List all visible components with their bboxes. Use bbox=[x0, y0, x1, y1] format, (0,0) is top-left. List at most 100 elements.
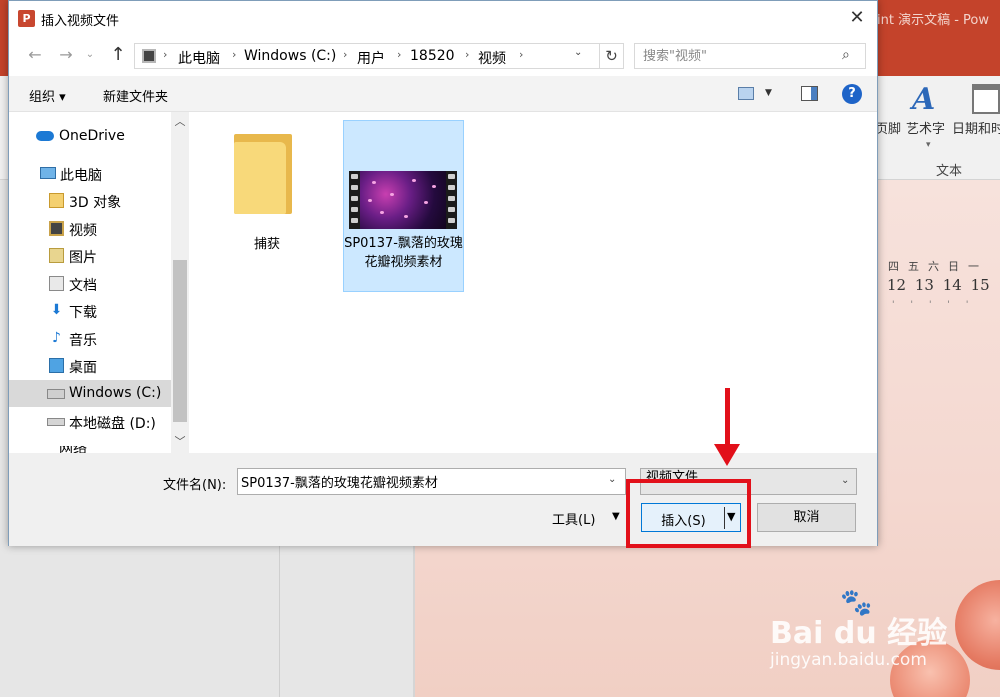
history-dropdown-icon[interactable]: ⌄ bbox=[83, 44, 97, 66]
filename-label: 文件名(N): bbox=[163, 478, 227, 493]
film-strip-icon bbox=[349, 171, 360, 229]
nav-item-label: 桌面 bbox=[69, 360, 97, 376]
breadcrumb-this-pc[interactable]: 此电脑 bbox=[178, 48, 220, 68]
nav-item-this-pc[interactable]: 此电脑 bbox=[9, 160, 171, 187]
insert-video-dialog: P 插入视频文件 ✕ ← → ⌄ ↑ › 此电脑 › Windows (C:) … bbox=[8, 0, 878, 546]
file-list-pane: 捕获 SP0137-飘落的玫瑰花瓣视频素材 bbox=[189, 112, 877, 453]
nav-item-desktop[interactable]: 桌面 bbox=[9, 352, 171, 379]
nav-item-videos[interactable]: 视频 bbox=[9, 215, 171, 242]
organize-menu-button[interactable]: 组织 ▾ bbox=[29, 86, 66, 105]
close-button[interactable]: ✕ bbox=[839, 3, 875, 33]
nav-item-label: OneDrive bbox=[59, 128, 125, 144]
breadcrumb-separator-icon[interactable]: › bbox=[232, 48, 236, 61]
art-text-icon[interactable]: A bbox=[912, 82, 935, 117]
chevron-down-icon[interactable]: ⌄ bbox=[608, 474, 616, 485]
documents-icon bbox=[49, 276, 64, 291]
file-item-folder[interactable]: 捕获 bbox=[207, 120, 327, 260]
breadcrumb-separator-icon[interactable]: › bbox=[397, 48, 401, 61]
new-folder-button[interactable]: 新建文件夹 bbox=[103, 86, 168, 105]
nav-item-label: 下载 bbox=[69, 305, 97, 321]
breadcrumb-drive-c[interactable]: Windows (C:) bbox=[244, 48, 336, 64]
red-arrow-icon bbox=[725, 388, 730, 448]
ribbon-header-footer[interactable]: 页脚 bbox=[875, 118, 901, 137]
dialog-title: 插入视频文件 bbox=[41, 14, 120, 29]
search-icon[interactable]: ⌕ bbox=[842, 47, 850, 63]
cancel-button[interactable]: 取消 bbox=[757, 503, 856, 532]
address-bar[interactable]: › 此电脑 › Windows (C:) › 用户 › 18520 › 视频 ›… bbox=[134, 43, 624, 69]
nav-item-label: Windows (C:) bbox=[69, 385, 162, 401]
breadcrumb-separator-icon[interactable]: › bbox=[343, 48, 347, 61]
desktop-icon bbox=[49, 358, 64, 373]
nav-item-documents[interactable]: 文档 bbox=[9, 270, 171, 297]
ribbon-date-time[interactable]: 日期和时 bbox=[952, 118, 1000, 137]
chevron-up-icon[interactable]: ︿ bbox=[171, 114, 189, 130]
nav-item-label: 3D 对象 bbox=[69, 195, 122, 211]
up-arrow-icon[interactable]: ↑ bbox=[107, 44, 129, 66]
video-thumbnail bbox=[349, 171, 457, 229]
nav-item-pictures[interactable]: 图片 bbox=[9, 242, 171, 269]
refresh-icon[interactable]: ↻ bbox=[599, 44, 623, 68]
video-folder-icon bbox=[49, 221, 64, 236]
nav-item-drive-c[interactable]: Windows (C:) bbox=[9, 380, 171, 407]
video-frame bbox=[360, 171, 446, 229]
nav-item-label: 音乐 bbox=[69, 333, 97, 349]
view-options-icon[interactable] bbox=[738, 87, 754, 100]
nav-item-label: 网络 bbox=[59, 446, 87, 453]
baidu-watermark: Bai du 经验 bbox=[770, 616, 948, 651]
breadcrumb-user-18520[interactable]: 18520 bbox=[410, 48, 455, 64]
cloud-icon bbox=[36, 131, 54, 141]
forward-arrow-icon[interactable]: → bbox=[55, 44, 77, 66]
chevron-down-icon[interactable]: ﹀ bbox=[171, 434, 189, 450]
ribbon-art-text[interactable]: 艺术字 bbox=[906, 118, 945, 137]
calendar-dates: 12 13 14 15 16 bbox=[887, 276, 1000, 294]
breadcrumb-users[interactable]: 用户 bbox=[357, 48, 385, 68]
nav-item-drive-d[interactable]: 本地磁盘 (D:) bbox=[9, 408, 171, 435]
nav-item-music[interactable]: ♪ 音乐 bbox=[9, 325, 171, 352]
video-folder-icon bbox=[142, 49, 156, 63]
music-icon: ♪ bbox=[52, 330, 61, 346]
calendar-ticks: ''''' bbox=[892, 300, 985, 310]
scrollbar-thumb[interactable] bbox=[173, 260, 187, 422]
breadcrumb-separator-icon[interactable]: › bbox=[519, 48, 523, 61]
back-arrow-icon[interactable]: ← bbox=[24, 44, 46, 66]
dialog-toolbar: 组织 ▾ 新建文件夹 ▼ ? bbox=[9, 76, 877, 112]
help-icon[interactable]: ? bbox=[842, 84, 862, 104]
ribbon-group-text: 文本 bbox=[936, 164, 963, 179]
breadcrumb-separator-icon[interactable]: › bbox=[163, 48, 167, 61]
navigation-pane: OneDrive 此电脑 3D 对象 视频 图片 文档 ⬇ 下载 ♪ 音乐 桌面… bbox=[9, 112, 189, 453]
filename-combobox[interactable]: ⌄ bbox=[237, 468, 626, 495]
folder-icon bbox=[234, 142, 286, 214]
search-box[interactable]: ⌕ bbox=[634, 43, 866, 69]
calendar-weekdays: 四五六日一 bbox=[888, 260, 988, 273]
chevron-down-icon[interactable]: ⌄ bbox=[574, 47, 582, 58]
nav-item-network[interactable]: 网络 bbox=[9, 446, 171, 453]
chevron-down-icon[interactable]: ▼ bbox=[765, 88, 772, 98]
red-arrow-icon bbox=[714, 444, 740, 466]
calendar-icon[interactable] bbox=[972, 84, 1000, 114]
nav-item-label: 图片 bbox=[69, 250, 97, 266]
baidu-watermark-url: jingyan.baidu.com bbox=[770, 650, 927, 670]
highlight-box bbox=[626, 479, 751, 548]
ribbon-dropdown-icon[interactable]: ▾ bbox=[926, 140, 931, 150]
search-input[interactable] bbox=[635, 44, 835, 68]
drive-icon bbox=[47, 418, 65, 426]
breadcrumb-separator-icon[interactable]: › bbox=[465, 48, 469, 61]
tools-menu-button[interactable]: 工具(L) bbox=[552, 509, 595, 528]
nav-item-label: 此电脑 bbox=[60, 168, 102, 184]
nav-item-label: 视频 bbox=[69, 223, 97, 239]
preview-pane-icon[interactable] bbox=[801, 86, 818, 101]
chevron-down-icon[interactable]: ▼ bbox=[612, 511, 620, 522]
file-item-video[interactable]: SP0137-飘落的玫瑰花瓣视频素材 bbox=[343, 120, 464, 292]
file-item-label: SP0137-飘落的玫瑰花瓣视频素材 bbox=[344, 236, 463, 270]
nav-item-onedrive[interactable]: OneDrive bbox=[9, 123, 171, 150]
chevron-down-icon[interactable]: ⌄ bbox=[841, 475, 849, 486]
powerpoint-icon: P bbox=[18, 10, 35, 27]
nav-scrollbar[interactable]: ︿ ﹀ bbox=[171, 112, 189, 453]
nav-item-3d-objects[interactable]: 3D 对象 bbox=[9, 187, 171, 214]
nav-item-downloads[interactable]: ⬇ 下载 bbox=[9, 297, 171, 324]
filename-input[interactable] bbox=[238, 469, 598, 494]
nav-item-label: 本地磁盘 (D:) bbox=[69, 416, 156, 432]
breadcrumb-videos[interactable]: 视频 bbox=[478, 48, 506, 68]
3d-objects-icon bbox=[49, 193, 64, 208]
dialog-titlebar[interactable]: P 插入视频文件 ✕ bbox=[9, 1, 877, 36]
